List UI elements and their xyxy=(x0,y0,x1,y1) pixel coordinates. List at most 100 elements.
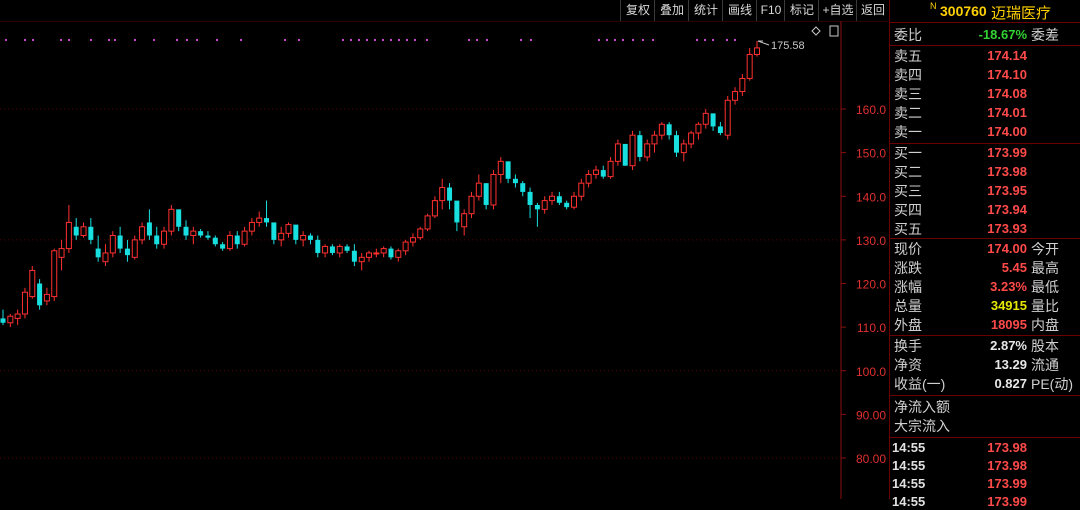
marker-dot xyxy=(734,39,736,41)
marker-dot xyxy=(382,39,384,41)
candle-up xyxy=(380,248,387,254)
candle-up xyxy=(541,200,548,210)
candle-down xyxy=(124,248,130,256)
stat-value: 13.29 xyxy=(994,357,1027,372)
divider xyxy=(890,238,1080,239)
stat-label: 涨幅 xyxy=(894,279,922,295)
candle-up xyxy=(190,230,197,237)
candle-up xyxy=(702,112,709,125)
marker-dot xyxy=(486,39,488,41)
statistics-button[interactable]: 统计 xyxy=(688,0,723,21)
kline-chart-svg[interactable]: 160.0 150.0 140.0 130.0 120.0 110.0 100.0 90.00… xyxy=(0,21,888,499)
capital-flow-row: 大宗流入 xyxy=(890,417,1080,435)
draw-line-button[interactable]: 画线 xyxy=(722,0,757,21)
add-watchlist-button[interactable]: +自选 xyxy=(818,0,857,21)
divider xyxy=(890,45,1080,46)
candle-down xyxy=(454,200,460,223)
marker-dot xyxy=(240,39,242,41)
y-tick-label: 130.0 xyxy=(856,234,886,248)
kline-chart[interactable]: 160.0 150.0 140.0 130.0 120.0 110.0 100.0 90.00… xyxy=(0,21,888,499)
sell-level-row: 卖四 174.10 xyxy=(890,66,1080,84)
stat-value: 2.87% xyxy=(990,338,1027,353)
sell-level-label: 卖一 xyxy=(894,124,922,140)
candle-up xyxy=(732,91,739,101)
candle-down xyxy=(205,235,211,238)
quote-stat-row: 总量 34915 量比 xyxy=(890,297,1080,315)
candle-up xyxy=(644,143,651,158)
candle-down xyxy=(556,196,562,203)
marker-dot xyxy=(90,39,92,41)
y-tick-label: 150.0 xyxy=(856,147,886,161)
candle-down xyxy=(520,183,526,192)
quote-panel: N 300760 迈瑞医疗 委比 -18.67% 委差 卖五 174.14 卖四 17… xyxy=(889,0,1080,509)
candle-up xyxy=(739,77,746,93)
marker-dot xyxy=(414,39,416,41)
candle-up xyxy=(585,173,592,184)
y-tick-label: 120.0 xyxy=(856,278,886,292)
marker-dot xyxy=(134,39,136,41)
candle-up xyxy=(417,228,424,239)
marker-dot xyxy=(726,39,728,41)
tick-row: 14:55 173.99 xyxy=(890,476,1080,492)
candle-up xyxy=(278,232,285,241)
candle-up xyxy=(658,123,665,136)
marker-dot xyxy=(24,39,26,41)
stat-label-2: 量比 xyxy=(1031,298,1059,314)
candle-up xyxy=(614,143,621,162)
quote-stat-row: 外盘 18095 内盘 xyxy=(890,316,1080,334)
marker-dot xyxy=(108,39,110,41)
weibi-row: 委比 -18.67% 委差 xyxy=(890,26,1080,44)
candle-up xyxy=(43,293,50,302)
marker-dot xyxy=(642,39,644,41)
sell-level-row: 卖五 174.14 xyxy=(890,47,1080,65)
candle-down xyxy=(154,235,160,245)
candle-up xyxy=(439,187,446,202)
restore-rights-button[interactable]: 复权 xyxy=(620,0,655,21)
diamond-icon[interactable] xyxy=(811,26,821,36)
marker-dot xyxy=(374,39,376,41)
candle-up xyxy=(490,173,497,206)
candle-down xyxy=(512,178,518,184)
back-button[interactable]: 返回 xyxy=(856,0,889,21)
stat-label-2: 最低 xyxy=(1031,279,1059,295)
stat-value: 3.23% xyxy=(990,279,1027,294)
marker-dot xyxy=(284,39,286,41)
marker-dot xyxy=(406,39,408,41)
mark-button[interactable]: 标记 xyxy=(784,0,819,21)
candle-up xyxy=(131,239,138,258)
sell-level-label: 卖三 xyxy=(894,86,922,102)
candle-down xyxy=(37,283,43,306)
sell-price: 174.14 xyxy=(987,48,1027,63)
candle-up xyxy=(29,269,36,298)
marker-dot xyxy=(5,39,7,41)
stat-label: 现价 xyxy=(894,241,922,257)
candle-down xyxy=(505,161,511,179)
chart-toolbar: 复权 叠加 统计 画线 F10 标记 +自选 返回 xyxy=(0,0,888,22)
candle-down xyxy=(710,113,716,127)
buy-level-row: 买三 173.95 xyxy=(890,182,1080,200)
panel-toggle-icon[interactable] xyxy=(829,25,839,37)
quote-stat-row: 涨幅 3.23% 最低 xyxy=(890,278,1080,296)
capital-flow-row: 净流入额 xyxy=(890,398,1080,416)
new-stock-marker: N xyxy=(930,1,937,11)
candle-up xyxy=(468,195,475,215)
candle-down xyxy=(673,135,679,153)
stat-value: 34915 xyxy=(990,298,1027,313)
y-tick-label: 110.0 xyxy=(857,321,886,335)
stat-label: 换手 xyxy=(894,338,922,354)
stat-label-2: 股本 xyxy=(1031,338,1059,354)
candle-down xyxy=(73,226,79,236)
marker-dot xyxy=(68,39,70,41)
f10-button[interactable]: F10 xyxy=(756,0,785,21)
overlay-button[interactable]: 叠加 xyxy=(654,0,689,21)
candle-up xyxy=(746,53,753,79)
marker-dot xyxy=(704,39,706,41)
stat-label: 涨跌 xyxy=(894,260,922,276)
candle-down xyxy=(534,204,540,210)
y-tick-label: 80.00 xyxy=(856,452,886,466)
marker-dot xyxy=(426,39,428,41)
sell-price: 174.10 xyxy=(987,67,1027,82)
marker-dot xyxy=(606,39,608,41)
candle-up xyxy=(51,250,58,298)
marker-dot xyxy=(652,39,654,41)
